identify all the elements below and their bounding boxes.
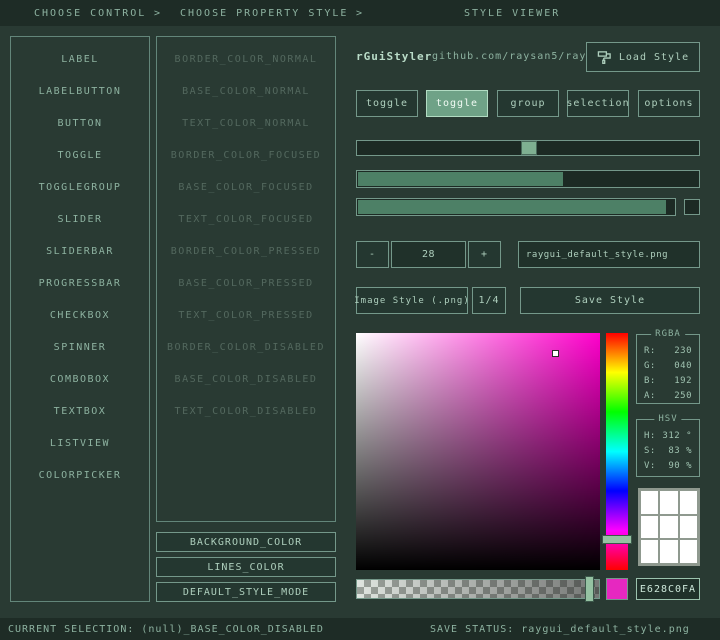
color-swatch-cell[interactable] (641, 516, 658, 539)
header-section-choose-control: CHOOSE CONTROL (34, 8, 146, 19)
color-swatch-cell[interactable] (680, 540, 697, 563)
hsv-group-title: HSV (654, 414, 681, 424)
alpha-slider-handle[interactable] (585, 576, 594, 602)
hsv-group: HSV H:312 ° S:83 % V:90 % (636, 419, 700, 477)
control-list-item[interactable]: SLIDERBAR (11, 235, 149, 267)
control-list-item[interactable]: COMBOBOX (11, 363, 149, 395)
default-style-mode-button[interactable]: DEFAULT_STYLE_MODE (156, 582, 336, 602)
rgba-row-a: A:250 (637, 388, 699, 403)
rguistyler-window: CHOOSE CONTROL > CHOOSE PROPERTY STYLE >… (0, 0, 720, 640)
control-list-item[interactable]: TEXTBOX (11, 395, 149, 427)
spinner-minus-button[interactable]: - (356, 241, 389, 268)
property-list-item[interactable]: BASE_COLOR_PRESSED (157, 267, 335, 299)
header-section-style-viewer: STYLE VIEWER (464, 8, 560, 19)
property-list-item[interactable]: BORDER_COLOR_FOCUSED (157, 139, 335, 171)
rgba-row-r: R:230 (637, 343, 699, 358)
background-color-button[interactable]: BACKGROUND_COLOR (156, 532, 336, 552)
control-list-item[interactable]: COLORPICKER (11, 459, 149, 491)
chevron-right-icon: > (154, 8, 162, 19)
controls-list: LABELLABELBUTTONBUTTONTOGGLETOGGLEGROUPS… (10, 36, 150, 602)
rgba-row-b: B:192 (637, 373, 699, 388)
control-list-item[interactable]: TOGGLEGROUP (11, 171, 149, 203)
alpha-slider[interactable] (356, 579, 600, 599)
color-swatch-grid (638, 488, 700, 566)
lines-color-button[interactable]: LINES_COLOR (156, 557, 336, 577)
hsv-row-h: H:312 ° (637, 428, 699, 443)
control-list-item[interactable]: PROGRESSBAR (11, 267, 149, 299)
load-style-label: Load Style (619, 52, 689, 63)
header-bar: CHOOSE CONTROL > CHOOSE PROPERTY STYLE >… (0, 0, 720, 26)
property-list-item[interactable]: BORDER_COLOR_PRESSED (157, 235, 335, 267)
paint-roller-icon (597, 50, 612, 65)
property-list-item[interactable]: BASE_COLOR_DISABLED (157, 363, 335, 395)
hsv-row-s: S:83 % (637, 443, 699, 458)
header-section-choose-property-style: CHOOSE PROPERTY STYLE (180, 8, 348, 19)
control-list-item[interactable]: SLIDER (11, 203, 149, 235)
rgba-group: RGBA R:230 G:040 B:192 A:250 (636, 334, 700, 404)
load-style-button[interactable]: Load Style (586, 42, 700, 72)
property-list-item[interactable]: TEXT_COLOR_DISABLED (157, 395, 335, 427)
slider[interactable] (356, 140, 700, 156)
save-status: SAVE STATUS: raygui_default_style.png (430, 624, 690, 635)
control-list-item[interactable]: BUTTON (11, 107, 149, 139)
color-picker-area[interactable] (356, 333, 600, 570)
spinner-plus-button[interactable]: + (468, 241, 501, 268)
style-filename-input[interactable]: raygui_default_style.png (518, 241, 700, 268)
chevron-right-icon: > (356, 8, 364, 19)
slider-bar-fill (358, 172, 563, 186)
color-swatch-cell[interactable] (641, 491, 658, 514)
rgba-group-title: RGBA (651, 329, 685, 339)
current-selection-status: CURRENT SELECTION: (null)_BASE_COLOR_DIS… (8, 624, 324, 635)
slider-bar[interactable] (356, 170, 700, 188)
spinner-value[interactable]: 28 (391, 241, 466, 268)
property-list-item[interactable]: TEXT_COLOR_FOCUSED (157, 203, 335, 235)
control-list-item[interactable]: SPINNER (11, 331, 149, 363)
control-list-item[interactable]: CHECKBOX (11, 299, 149, 331)
save-style-button[interactable]: Save Style (520, 287, 700, 314)
hsv-row-v: V:90 % (637, 458, 699, 473)
toggle-option-2[interactable]: group (497, 90, 559, 117)
progress-bar-fill (358, 200, 666, 214)
color-swatch-cell[interactable] (660, 540, 677, 563)
property-list-item[interactable]: BASE_COLOR_NORMAL (157, 75, 335, 107)
control-list-item[interactable]: LABELBUTTON (11, 75, 149, 107)
repo-link[interactable]: github.com/raysan5/raygui (432, 51, 608, 62)
checkbox[interactable] (684, 199, 700, 215)
app-title: rGuiStyler (356, 50, 432, 63)
property-list-item[interactable]: TEXT_COLOR_PRESSED (157, 299, 335, 331)
status-bar: CURRENT SELECTION: (null)_BASE_COLOR_DIS… (0, 618, 720, 640)
property-list-item[interactable]: BORDER_COLOR_DISABLED (157, 331, 335, 363)
property-list-item[interactable]: BORDER_COLOR_NORMAL (157, 43, 335, 75)
color-swatch-cell[interactable] (641, 540, 658, 563)
toggle-option-3[interactable]: selection (567, 90, 629, 117)
color-swatch-cell[interactable] (660, 516, 677, 539)
rgba-row-g: G:040 (637, 358, 699, 373)
color-swatch-cell[interactable] (660, 491, 677, 514)
image-style-combobox[interactable]: Image Style (.png) (356, 287, 468, 314)
control-list-item[interactable]: TOGGLE (11, 139, 149, 171)
slider-handle[interactable] (521, 141, 537, 155)
combobox-counter[interactable]: 1/4 (472, 287, 506, 314)
hue-slider-handle[interactable] (602, 535, 632, 544)
control-list-item[interactable]: LABEL (11, 43, 149, 75)
color-swatch-cell[interactable] (680, 516, 697, 539)
property-list-item[interactable]: TEXT_COLOR_NORMAL (157, 107, 335, 139)
color-picker-cursor[interactable] (552, 350, 559, 357)
toggle-option-1-active[interactable]: toggle (426, 90, 488, 117)
current-color-swatch (606, 578, 628, 600)
properties-list: BORDER_COLOR_NORMALBASE_COLOR_NORMALTEXT… (156, 36, 336, 522)
toggle-option-4[interactable]: options (638, 90, 700, 117)
toggle-option-0[interactable]: toggle (356, 90, 418, 117)
control-list-item[interactable]: LISTVIEW (11, 427, 149, 459)
progress-bar (356, 198, 676, 216)
color-swatch-cell[interactable] (680, 491, 697, 514)
property-list-item[interactable]: BASE_COLOR_FOCUSED (157, 171, 335, 203)
hex-value-input[interactable]: E628C0FA (636, 578, 700, 600)
